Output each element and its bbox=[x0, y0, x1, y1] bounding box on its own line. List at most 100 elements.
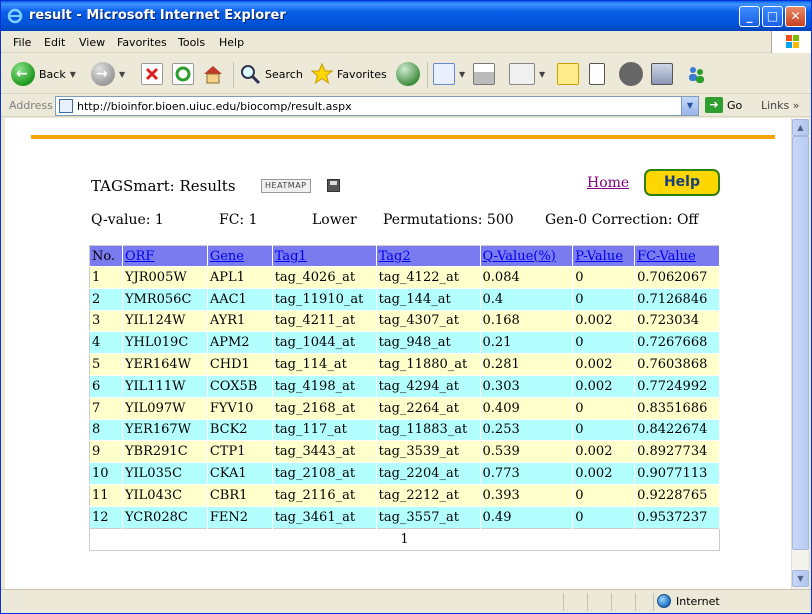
cell-tag1: tag_117_at bbox=[272, 418, 377, 441]
heatmap-button[interactable]: HEATMAP bbox=[261, 179, 311, 193]
sort-link-tag1[interactable]: Tag1 bbox=[275, 249, 307, 264]
mail-button[interactable]: ▼ bbox=[433, 60, 465, 88]
back-icon: ← bbox=[11, 62, 35, 86]
vertical-scrollbar[interactable]: ▲ ▼ bbox=[791, 118, 809, 589]
scroll-thumb[interactable] bbox=[792, 136, 809, 550]
cell-gene: BCK2 bbox=[207, 418, 273, 441]
cell-fcvalue: 0.7267668 bbox=[634, 331, 720, 354]
research-button[interactable] bbox=[619, 60, 643, 88]
refresh-button[interactable] bbox=[172, 60, 194, 88]
print-button[interactable] bbox=[473, 60, 495, 88]
scroll-up-button[interactable]: ▲ bbox=[792, 119, 809, 136]
cell-tag1: tag_1044_at bbox=[272, 331, 377, 354]
media-button[interactable] bbox=[651, 60, 673, 88]
people-icon bbox=[685, 63, 707, 85]
cell-qvalue: 0.253 bbox=[480, 418, 574, 441]
standard-toolbar: ← Back ▼ → ▼ Search Favorites ▼ ▼ bbox=[1, 54, 811, 94]
cell-pvalue: 0 bbox=[572, 396, 636, 420]
menu-file[interactable]: File bbox=[13, 36, 31, 49]
fc-param: FC: 1 bbox=[219, 212, 258, 228]
sort-link-tag2[interactable]: Tag2 bbox=[379, 249, 411, 264]
go-arrow-icon: ➜ bbox=[705, 97, 723, 113]
scroll-down-button[interactable]: ▼ bbox=[792, 570, 809, 587]
history-button[interactable] bbox=[396, 60, 420, 88]
table-row: 2 YMR056C AAC1 tag_11910_at tag_144_at 0.4 0 0.… bbox=[89, 287, 720, 311]
stop-button[interactable] bbox=[141, 60, 163, 88]
page-title: TAGSmart: Results bbox=[91, 177, 236, 195]
sort-link-pvalue[interactable]: P-Value bbox=[575, 249, 623, 264]
cell-no: 7 bbox=[89, 396, 123, 420]
cell-qvalue: 0.21 bbox=[480, 331, 574, 354]
sort-link-gene[interactable]: Gene bbox=[210, 249, 244, 264]
cell-pvalue: 0 bbox=[572, 287, 636, 311]
links-button[interactable]: Links » bbox=[761, 99, 800, 112]
column-header-tag1: Tag1 bbox=[272, 245, 377, 267]
discuss-button[interactable] bbox=[557, 60, 579, 88]
cell-fcvalue: 0.723034 bbox=[634, 309, 720, 332]
table-row: 8 YER167W BCK2 tag_117_at tag_11883_at 0.253 0… bbox=[89, 418, 720, 441]
save-icon[interactable] bbox=[327, 179, 340, 192]
favorites-label: Favorites bbox=[337, 67, 387, 81]
table-row: 9 YBR291C CTP1 tag_3443_at tag_3539_at 0.539 0… bbox=[89, 440, 720, 463]
page-number[interactable]: 1 bbox=[89, 527, 720, 551]
results-table: No. ORF Gene Tag1 Tag2 Q-Value(%) P-Value FC-Va… bbox=[89, 245, 720, 551]
close-button[interactable]: ✕ bbox=[785, 6, 806, 27]
cell-orf: YJR005W bbox=[122, 266, 208, 289]
chevron-down-icon: ▼ bbox=[459, 69, 466, 79]
menu-view[interactable]: View bbox=[79, 36, 105, 49]
cell-orf: YHL019C bbox=[122, 331, 208, 354]
search-button[interactable]: Search bbox=[239, 60, 303, 88]
cell-orf: YBR291C bbox=[122, 440, 208, 463]
cell-pvalue: 0 bbox=[572, 483, 636, 507]
cell-no: 1 bbox=[89, 266, 123, 289]
cell-tag2: tag_3557_at bbox=[376, 505, 481, 529]
print-icon bbox=[473, 63, 495, 85]
favorites-button[interactable]: Favorites bbox=[310, 60, 387, 88]
status-pane bbox=[635, 593, 655, 611]
forward-button[interactable]: → ▼ bbox=[91, 60, 125, 88]
home-button[interactable] bbox=[202, 60, 224, 88]
menu-favorites[interactable]: Favorites bbox=[117, 36, 167, 49]
menu-edit[interactable]: Edit bbox=[44, 36, 65, 49]
cell-no: 6 bbox=[89, 374, 123, 398]
title-bar[interactable]: result - Microsoft Internet Explorer _ □… bbox=[1, 1, 811, 31]
cell-orf: YIL111W bbox=[122, 374, 208, 398]
address-input[interactable]: http://bioinfor.bioen.uiuc.edu/biocomp/r… bbox=[55, 96, 699, 116]
cell-gene: APL1 bbox=[207, 266, 273, 289]
sort-link-orf[interactable]: ORF bbox=[125, 249, 154, 264]
stop-icon bbox=[141, 63, 163, 85]
cell-tag2: tag_11883_at bbox=[376, 418, 481, 441]
address-dropdown-button[interactable]: ▼ bbox=[681, 97, 698, 115]
menu-help[interactable]: Help bbox=[219, 36, 244, 49]
home-link[interactable]: Home bbox=[587, 175, 629, 191]
messenger-button[interactable] bbox=[589, 60, 605, 88]
sort-link-fcvalue[interactable]: FC-Value bbox=[637, 249, 696, 264]
cell-orf: YER167W bbox=[122, 418, 208, 441]
people-button[interactable] bbox=[685, 60, 707, 88]
status-pane bbox=[587, 593, 607, 611]
page-icon bbox=[59, 99, 73, 113]
edit-button[interactable]: ▼ bbox=[509, 60, 545, 88]
cell-qvalue: 0.409 bbox=[480, 396, 574, 420]
table-row: 3 YIL124W AYR1 tag_4211_at tag_4307_at 0.168 0… bbox=[89, 309, 720, 332]
table-row: 10 YIL035C CKA1 tag_2108_at tag_2204_at 0.773… bbox=[89, 462, 720, 485]
column-header-qvalue: Q-Value(%) bbox=[480, 245, 574, 267]
menu-tools[interactable]: Tools bbox=[178, 36, 205, 49]
maximize-button[interactable]: □ bbox=[762, 6, 783, 27]
back-button[interactable]: ← Back ▼ bbox=[11, 60, 76, 88]
back-label: Back bbox=[39, 67, 66, 81]
go-button[interactable]: ➜ Go bbox=[705, 97, 742, 113]
help-button[interactable]: Help bbox=[644, 169, 720, 196]
edit-icon bbox=[509, 63, 535, 85]
minimize-button[interactable]: _ bbox=[739, 6, 760, 27]
cell-no: 4 bbox=[89, 331, 123, 354]
cell-pvalue: 0.002 bbox=[572, 440, 636, 463]
security-zone: Internet bbox=[657, 594, 720, 608]
table-row: 7 YIL097W FYV10 tag_2168_at tag_2264_at 0.409… bbox=[89, 396, 720, 420]
go-label: Go bbox=[727, 98, 743, 112]
window-title: result - Microsoft Internet Explorer bbox=[29, 8, 286, 23]
cell-qvalue: 0.281 bbox=[480, 353, 574, 376]
cell-fcvalue: 0.8351686 bbox=[634, 396, 720, 420]
sort-link-qvalue[interactable]: Q-Value(%) bbox=[483, 249, 556, 264]
cell-tag1: tag_4198_at bbox=[272, 374, 377, 398]
